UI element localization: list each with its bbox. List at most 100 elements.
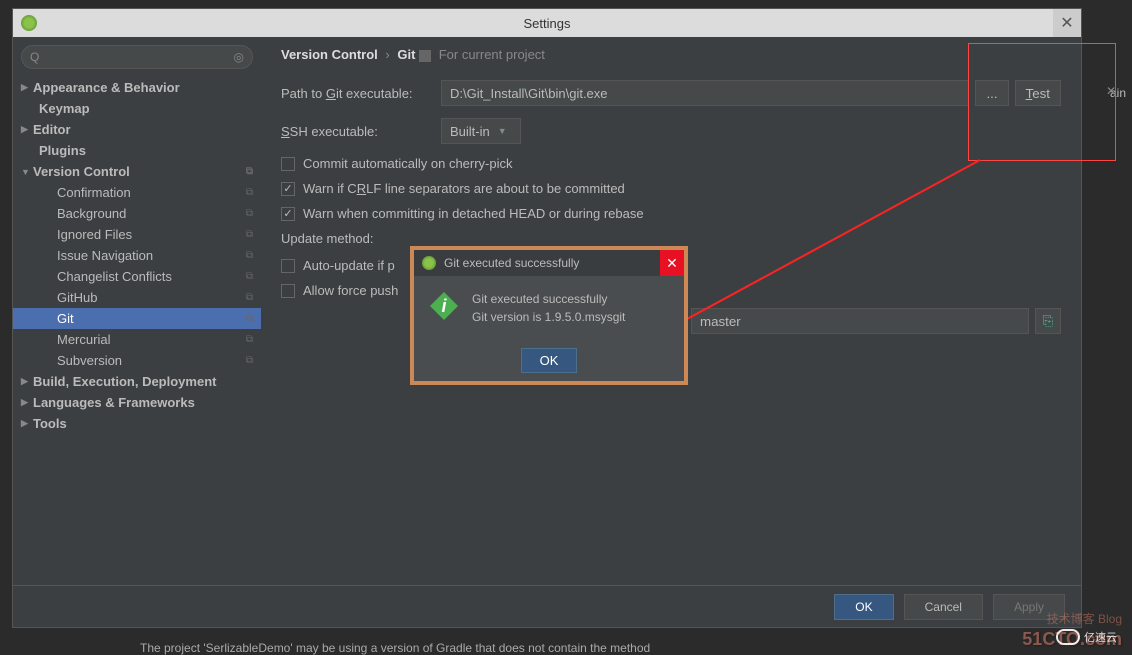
tree-arrow-icon: ▶ [21,82,33,93]
tree-item-ignored-files[interactable]: Ignored Files ⧉ [13,224,261,245]
dialog-titlebar: Git executed successfully ✕ [414,250,684,276]
copy-icon: ⧉ [246,187,253,198]
tree-arrow-icon: ▶ [21,376,33,387]
background-close-icon: ✕ [1106,84,1116,98]
tree-item-changelist-conflicts[interactable]: Changelist Conflicts ⧉ [13,266,261,287]
window-title: Settings [524,16,571,31]
path-label: Path to Git executable: [281,86,441,101]
tree-item-appearance-behavior[interactable]: ▶Appearance & Behavior [13,77,261,98]
copy-icon: ⧉ [246,208,253,219]
tree-item-plugins[interactable]: Plugins [13,140,261,161]
branch-input[interactable] [691,308,1029,334]
dialog-app-icon [422,256,436,270]
dialog-close-icon[interactable]: ✕ [660,250,684,276]
copy-icon: ⧉ [246,355,253,366]
tree-item-github[interactable]: GitHub ⧉ [13,287,261,308]
tree-label: Issue Navigation [57,248,153,263]
tree-label: Background [57,206,126,221]
dialog-ok-button[interactable]: OK [521,348,578,373]
copy-icon: ⧉ [246,334,253,345]
success-dialog: Git executed successfully ✕ i Git execut… [410,246,688,385]
cancel-button[interactable]: Cancel [904,594,983,620]
watermark-blog: 技术博客 Blog [1047,610,1122,627]
status-bar-text: The project 'SerlizableDemo' may be usin… [140,641,650,655]
tree-item-subversion[interactable]: Subversion ⧉ [13,350,261,371]
tree-item-mercurial[interactable]: Mercurial ⧉ [13,329,261,350]
tree-label: Keymap [39,101,90,116]
tree-item-languages-frameworks[interactable]: ▶Languages & Frameworks [13,392,261,413]
test-button[interactable]: Test [1015,80,1061,106]
titlebar: Settings ✕ [13,9,1081,37]
search-bar[interactable]: Q ◎ [21,45,253,69]
tree-item-keymap[interactable]: Keymap [13,98,261,119]
cherry-pick-label: Commit automatically on cherry-pick [303,156,513,171]
git-path-input[interactable] [441,80,969,106]
tree-item-issue-navigation[interactable]: Issue Navigation ⧉ [13,245,261,266]
tree-item-background[interactable]: Background ⧉ [13,203,261,224]
dialog-title: Git executed successfully [444,256,579,270]
tree-label: Plugins [39,143,86,158]
tree-item-version-control[interactable]: ▼Version Control ⧉ [13,161,261,182]
branch-add-button[interactable]: ⎘ [1035,308,1061,334]
tree-label: Version Control [33,164,130,179]
copy-icon: ⧉ [246,229,253,240]
target-icon: ◎ [234,50,244,64]
tree-label: Languages & Frameworks [33,395,195,410]
breadcrumb: Version Control › Git For current projec… [281,47,1061,62]
autoupdate-label: Auto-update if p [303,258,395,273]
search-icon: Q [30,50,39,64]
tree-label: Changelist Conflicts [57,269,172,284]
detached-label: Warn when committing in detached HEAD or… [303,206,644,221]
settings-tree: ▶Appearance & BehaviorKeymap▶EditorPlugi… [13,77,261,434]
ssh-label: SSH executable: [281,124,441,139]
update-label: Update method: [281,231,401,246]
project-icon [419,50,431,62]
watermark-cloud: 亿速云 [1056,629,1117,645]
tree-arrow-icon: ▼ [21,167,33,177]
copy-icon: ⧉ [246,271,253,282]
tree-arrow-icon: ▶ [21,397,33,408]
tree-arrow-icon: ▶ [21,418,33,429]
tree-arrow-icon: ▶ [21,124,33,135]
tree-label: Mercurial [57,332,110,347]
info-icon: i [428,290,460,322]
ssh-select[interactable]: Built-in ▼ [441,118,521,144]
crlf-label: Warn if CRLF line separators are about t… [303,181,625,196]
tree-label: GitHub [57,290,97,305]
tree-label: Ignored Files [57,227,132,242]
crumb-git: Git [397,47,415,62]
autoupdate-checkbox[interactable] [281,259,295,273]
copy-icon: ⧉ [246,313,253,324]
copy-icon: ⧉ [246,250,253,261]
copy-icon: ⧉ [246,166,253,177]
browse-button[interactable]: ... [975,80,1008,106]
project-scope: For current project [439,47,545,62]
tree-item-confirmation[interactable]: Confirmation ⧉ [13,182,261,203]
tree-label: Git [57,311,74,326]
cloud-icon [1056,629,1080,645]
forcepush-checkbox[interactable] [281,284,295,298]
app-icon [21,15,37,31]
crlf-checkbox[interactable] [281,182,295,196]
dialog-message: Git executed successfully Git version is… [472,290,625,326]
copy-icon: ⧉ [246,292,253,303]
detached-checkbox[interactable] [281,207,295,221]
tree-label: Tools [33,416,67,431]
search-input[interactable] [43,50,233,64]
crumb-vc[interactable]: Version Control [281,47,378,62]
tree-label: Build, Execution, Deployment [33,374,216,389]
dialog-footer: OK Cancel Apply [13,585,1081,627]
close-icon[interactable]: ✕ [1053,9,1081,37]
ok-button[interactable]: OK [834,594,893,620]
tree-label: Editor [33,122,71,137]
tree-item-build-execution-deployment[interactable]: ▶Build, Execution, Deployment [13,371,261,392]
tree-label: Appearance & Behavior [33,80,180,95]
tree-item-editor[interactable]: ▶Editor [13,119,261,140]
cherry-pick-checkbox[interactable] [281,157,295,171]
tree-label: Confirmation [57,185,131,200]
tree-label: Subversion [57,353,122,368]
tree-item-git[interactable]: Git ⧉ [13,308,261,329]
forcepush-label: Allow force push [303,283,398,298]
tree-item-tools[interactable]: ▶Tools [13,413,261,434]
chevron-down-icon: ▼ [498,126,507,136]
